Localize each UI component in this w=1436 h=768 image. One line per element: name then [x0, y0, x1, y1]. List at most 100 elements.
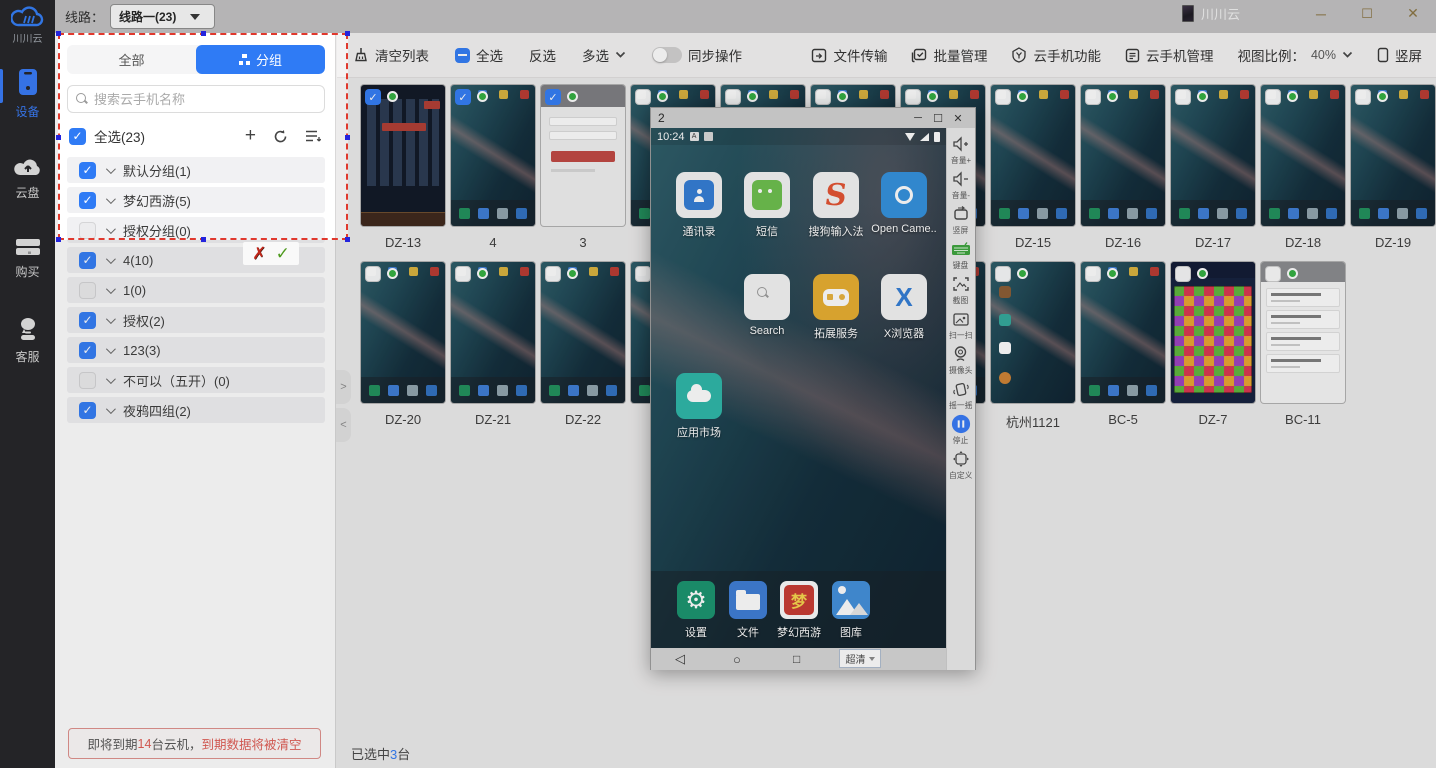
device-checkbox[interactable] [1175, 266, 1191, 282]
device-thumbnail[interactable] [541, 262, 625, 403]
device-checkbox[interactable] [905, 89, 921, 105]
chevron-down-icon[interactable] [106, 254, 116, 264]
device-thumbnail[interactable] [991, 85, 1075, 226]
panel-expand-handle[interactable]: > [336, 370, 351, 404]
phone-manage-button[interactable]: 云手机管理 [1125, 45, 1214, 65]
dock-app-设置[interactable]: ⚙设置 [673, 581, 719, 640]
group-checkbox[interactable]: ✓ [79, 162, 96, 179]
phone-window-minimize-button[interactable]: ─ [908, 112, 928, 124]
device-thumbnail[interactable] [361, 262, 445, 403]
device-card-DZ-18[interactable]: DZ-18 [1258, 85, 1348, 250]
nav-back-button[interactable]: ◁ [675, 651, 685, 667]
device-checkbox[interactable] [1265, 89, 1281, 105]
group-checkbox[interactable]: ✓ [79, 252, 96, 269]
device-checkbox[interactable] [725, 89, 741, 105]
device-checkbox[interactable]: ✓ [455, 89, 471, 105]
marquee-cancel-icon[interactable]: ✗ [252, 244, 266, 264]
group-row[interactable]: 1(0) [67, 277, 325, 303]
phone-app-搜狗输入法[interactable]: S搜狗输入法 [813, 172, 859, 239]
marquee-confirm-icon[interactable]: ✓ [276, 244, 290, 264]
device-thumbnail[interactable] [1351, 85, 1435, 226]
clear-list-button[interactable]: 清空列表 [353, 45, 429, 65]
group-row[interactable]: 不可以（五开）(0) [67, 367, 325, 393]
phone-functions-button[interactable]: 云手机功能 [1011, 45, 1101, 65]
device-thumbnail[interactable] [991, 262, 1075, 403]
device-checkbox[interactable] [455, 266, 471, 282]
phone-tool-音量+[interactable]: 音量+ [950, 134, 972, 166]
nav-recents-button[interactable]: □ [793, 652, 800, 666]
sort-list-icon[interactable] [305, 129, 321, 143]
nav-home-button[interactable]: ○ [733, 652, 741, 667]
group-checkbox[interactable]: ✓ [79, 312, 96, 329]
phone-tool-音量-[interactable]: 音量- [951, 169, 971, 201]
group-checkbox[interactable] [79, 372, 96, 389]
phone-app-通讯录[interactable]: 通讯录 [676, 172, 722, 239]
sync-toggle[interactable] [652, 47, 682, 63]
group-row[interactable]: ✓梦幻西游(5) [67, 187, 325, 213]
chevron-down-icon[interactable] [106, 314, 116, 324]
select-all-checkbox[interactable]: ✓ [69, 128, 86, 145]
select-all-toolbar[interactable]: 全选 [455, 45, 503, 65]
search-input[interactable] [94, 92, 316, 107]
quality-selector[interactable]: 超清 [839, 649, 881, 668]
device-checkbox[interactable] [995, 266, 1011, 282]
group-checkbox[interactable]: ✓ [79, 342, 96, 359]
device-checkbox[interactable] [1265, 266, 1281, 282]
device-card-BC-11[interactable]: BC-11 [1258, 262, 1348, 427]
search-box[interactable] [67, 85, 325, 113]
group-row[interactable]: ✓123(3) [67, 337, 325, 363]
sidebar-item-客服[interactable]: 客服 [0, 316, 55, 365]
add-group-icon[interactable]: + [245, 129, 256, 143]
device-checkbox[interactable] [995, 89, 1011, 105]
phone-tool-摄像头[interactable]: 摄像头 [948, 344, 974, 376]
device-checkbox[interactable] [1175, 89, 1191, 105]
phone-app-Open Came..[interactable]: Open Came.. [881, 172, 927, 235]
phone-app-短信[interactable]: 短信 [744, 172, 790, 239]
group-checkbox[interactable] [79, 282, 96, 299]
group-row[interactable]: 授权分组(0) [67, 217, 325, 243]
device-thumbnail[interactable]: ✓ [451, 85, 535, 226]
expiry-warning[interactable]: 即将到期14台云机，到期数据将被清空 [68, 728, 321, 759]
phone-tool-摇一摇[interactable]: 摇一摇 [948, 379, 974, 411]
window-minimize-button[interactable]: ─ [1298, 0, 1344, 27]
mini-phone-thumb-icon[interactable] [1182, 5, 1194, 22]
group-row[interactable]: ✓授权(2) [67, 307, 325, 333]
select-all-indeterminate-checkbox[interactable] [455, 48, 470, 63]
device-card-DZ-17[interactable]: DZ-17 [1168, 85, 1258, 250]
phone-app-拓展服务[interactable]: 拓展服务 [813, 274, 859, 341]
line-dropdown[interactable]: 线路一(23) [110, 4, 215, 29]
device-thumbnail[interactable] [1171, 262, 1255, 403]
file-transfer-button[interactable]: 文件传输 [811, 45, 887, 65]
phone-screen[interactable]: 10:24 A 通讯录短信S搜狗输入法Open Came..Search拓展服务… [651, 128, 946, 648]
phone-app-Search[interactable]: Search [744, 274, 790, 337]
device-checkbox[interactable]: ✓ [365, 89, 381, 105]
phone-window-close-button[interactable]: ✕ [948, 112, 968, 125]
phone-tool-竖屏[interactable]: 竖屏 [951, 204, 971, 236]
batch-manage-button[interactable]: 批量管理 [911, 45, 987, 65]
device-card-DZ-16[interactable]: DZ-16 [1078, 85, 1168, 250]
phone-app-X浏览器[interactable]: XX浏览器 [881, 274, 927, 341]
phone-tool-自定义[interactable]: 自定义 [948, 449, 974, 481]
phone-tool-扫一扫[interactable]: 扫一扫 [948, 309, 974, 341]
device-checkbox[interactable] [545, 266, 561, 282]
refresh-icon[interactable] [273, 129, 288, 144]
dock-app-梦幻西游[interactable]: 梦梦幻西游 [776, 581, 822, 640]
chevron-down-icon[interactable] [106, 224, 116, 234]
device-thumbnail[interactable] [1081, 262, 1165, 403]
device-card-DZ-7[interactable]: DZ-7 [1168, 262, 1258, 427]
device-card-DZ-22[interactable]: DZ-22 [538, 262, 628, 427]
device-thumbnail[interactable]: ✓ [541, 85, 625, 226]
device-checkbox[interactable] [1085, 266, 1101, 282]
phone-app-应用市场[interactable]: 应用市场 [676, 373, 722, 440]
device-card-DZ-19[interactable]: DZ-19 [1348, 85, 1436, 250]
group-row[interactable]: ✓夜鸦四组(2) [67, 397, 325, 423]
tab-all[interactable]: 全部 [67, 45, 196, 74]
group-row[interactable]: ✓默认分组(1) [67, 157, 325, 183]
sidebar-item-云盘[interactable]: 云盘 [0, 156, 55, 201]
chevron-down-icon[interactable] [106, 284, 116, 294]
invert-selection-button[interactable]: 反选 [529, 45, 556, 65]
device-checkbox[interactable] [635, 89, 651, 105]
device-checkbox[interactable] [1355, 89, 1371, 105]
phone-tool-截图[interactable]: 截图 [951, 274, 971, 306]
device-thumbnail[interactable] [1261, 85, 1345, 226]
